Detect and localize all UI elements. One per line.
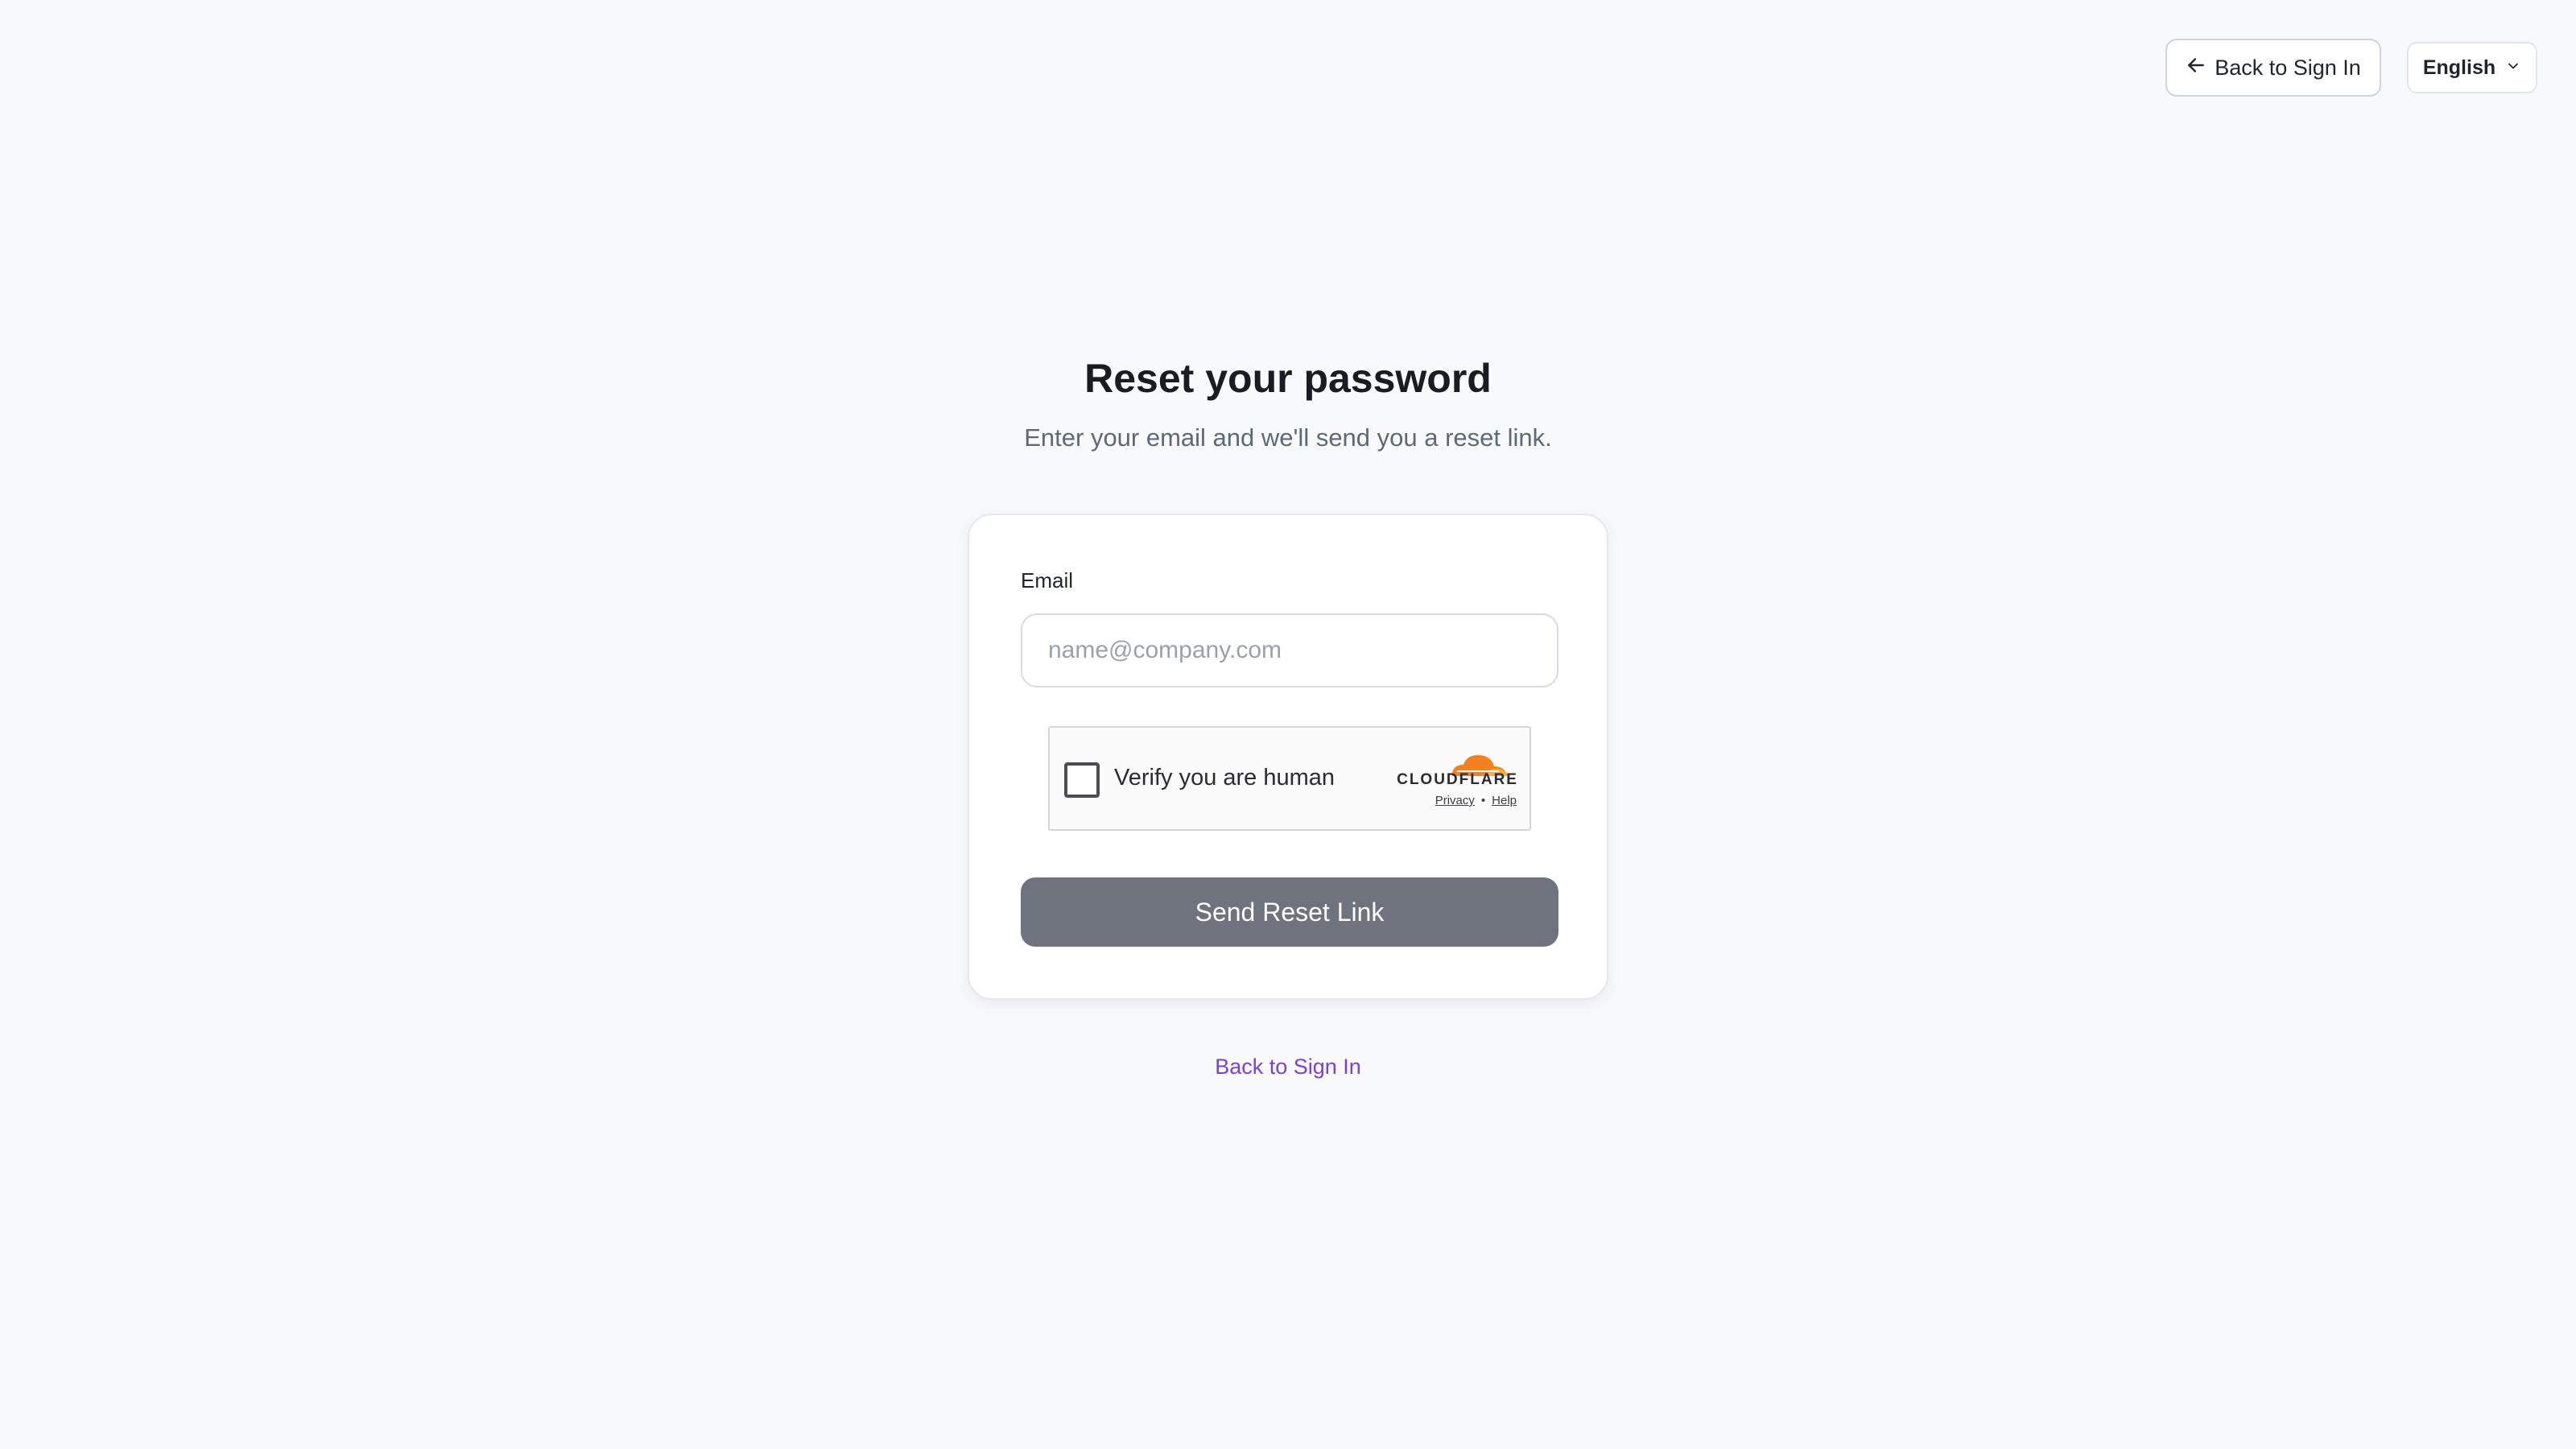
captcha-link-separator: • [1480,794,1486,807]
send-reset-link-button[interactable]: Send Reset Link [1021,877,1558,947]
email-label: Email [1021,568,1074,592]
back-to-sign-in-link[interactable]: Back to Sign In [1215,1055,1361,1079]
bottom-link-wrapper: Back to Sign In [0,1055,2576,1080]
back-to-sign-in-button[interactable]: Back to Sign In [2165,39,2381,97]
back-to-sign-in-label: Back to Sign In [2215,55,2361,80]
chevron-down-icon [2505,56,2521,80]
captcha-label: Verify you are human [1114,765,1335,791]
arrow-left-icon [2186,55,2207,81]
cloudflare-logo-text: CLOUDFLARE [1397,771,1518,788]
captcha-widget: Verify you are human CLOUDFLARE Privacy … [1048,726,1531,831]
captcha-checkbox[interactable] [1064,762,1100,798]
captcha-privacy-link[interactable]: Privacy [1435,794,1475,807]
captcha-links: Privacy • Help [1435,794,1517,807]
reset-password-card: Email Verify you are human CLOUDFLARE Pr… [968,514,1608,1000]
language-select[interactable]: English [2407,42,2537,93]
page-subtitle: Enter your email and we'll send you a re… [1024,423,1552,452]
captcha-help-link[interactable]: Help [1492,794,1517,807]
page-title: Reset your password [1084,356,1492,401]
email-field[interactable] [1021,613,1558,687]
language-selected-label: English [2422,56,2496,79]
